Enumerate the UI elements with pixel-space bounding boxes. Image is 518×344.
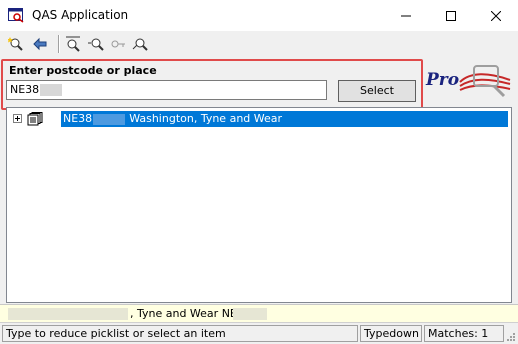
selected-picklist-entry[interactable]: NE38 Washington, Tyne and Wear [61,111,508,127]
logo-text: Pro [426,70,460,90]
minimize-icon [400,15,411,16]
full-address-bar: , Tyne and Wear NE38 [0,304,518,323]
qas-pro-logo: Pro [426,64,512,100]
toolbar [0,31,518,57]
maximize-icon [445,10,456,21]
select-button[interactable]: Select [338,80,416,102]
new-search-button[interactable] [6,35,26,53]
maximize-button[interactable] [428,0,473,31]
close-icon [490,10,501,21]
key-search-button[interactable] [108,35,128,53]
status-message: Type to reduce picklist or select an ite… [2,325,358,342]
redacted-text [233,308,267,320]
minimize-button[interactable] [383,0,428,31]
resize-grip-icon[interactable] [506,332,516,342]
multiple-addresses-icon [27,112,43,126]
back-button[interactable] [30,35,50,53]
title-bar: QAS Application [0,0,518,31]
key-search-icon [111,40,125,48]
new-search-icon [8,37,23,51]
postcode-input[interactable]: NE38 [6,80,327,100]
status-bar: Type to reduce picklist or select an ite… [0,322,518,344]
qas-app-icon [8,8,24,23]
search-prompt-label: Enter postcode or place [9,64,157,77]
status-mode: Typedown [360,325,422,342]
redacted-text [8,308,128,320]
picklist-item[interactable]: NE38 Washington, Tyne and Wear [11,111,508,127]
expand-icon[interactable] [13,114,22,123]
refine-search-icon [66,36,80,52]
window-title: QAS Application [32,8,129,22]
picklist-item-code: NE38 [63,112,93,125]
picklist[interactable]: NE38 Washington, Tyne and Wear [6,107,512,303]
refine-search-button[interactable] [63,35,83,53]
logo-magnifier-icon [459,65,511,98]
picklist-item-place: Washington, Tyne and Wear [129,112,283,125]
clear-search-icon [132,38,148,51]
back-arrow-icon [33,37,47,51]
zoom-search-icon [88,38,104,51]
clear-search-button[interactable] [130,35,150,53]
postcode-input-value: NE38 [10,83,40,96]
status-matches: Matches: 1 [424,325,504,342]
redacted-text [40,84,63,96]
toolbar-separator [58,35,60,53]
redacted-text [93,113,126,125]
zoom-search-button[interactable] [86,35,106,53]
close-button[interactable] [473,0,518,31]
